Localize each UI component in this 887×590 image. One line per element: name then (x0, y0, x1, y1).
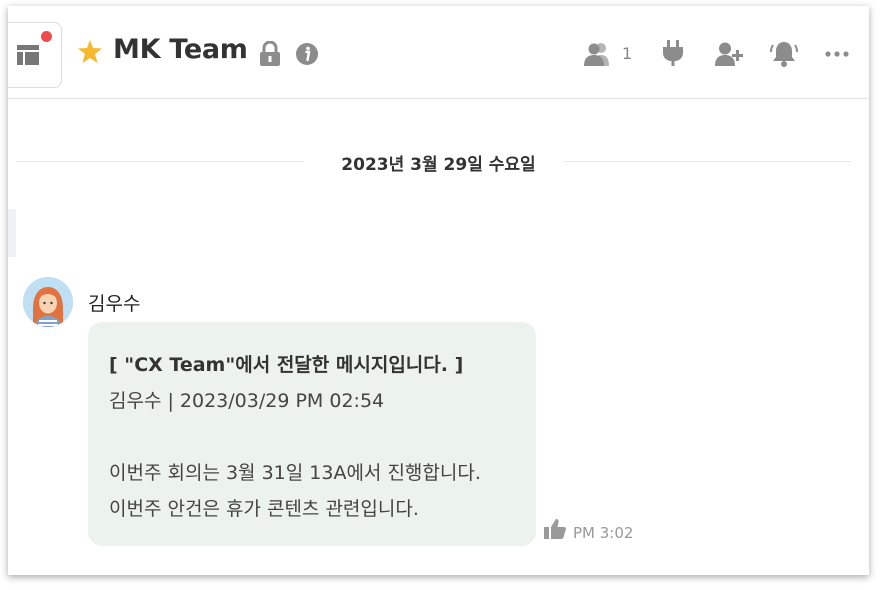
add-member-icon[interactable] (715, 42, 743, 66)
forwarded-title: [ "CX Team"에서 전달한 메시지입니다. ] (109, 354, 464, 376)
forwarded-meta: 김우수 | 2023/03/29 PM 02:54 (109, 390, 385, 412)
bell-icon[interactable] (770, 40, 798, 67)
date-divider-line-right (563, 161, 851, 162)
message-time: PM 3:02 (573, 524, 634, 542)
chat-header: MK Team 1 (8, 6, 869, 99)
panel-toggle-button[interactable] (8, 22, 62, 88)
message-bubble[interactable]: [ "CX Team"에서 전달한 메시지입니다. ] 김우수 | 2023/0… (88, 322, 536, 546)
thumbs-up-icon[interactable] (544, 519, 566, 539)
sender-name: 김우수 (88, 293, 141, 315)
star-icon[interactable] (78, 40, 102, 63)
channel-title: MK Team (113, 34, 248, 65)
notification-dot (41, 31, 52, 42)
date-divider: 2023년 3월 29일 수요일 (341, 155, 536, 175)
plug-icon[interactable] (662, 40, 684, 66)
unread-marker (8, 209, 16, 257)
chat-window: MK Team 1 2023년 3월 29일 수요일 김우수 ["CX Tea… (8, 6, 869, 575)
info-icon[interactable] (295, 42, 319, 66)
message-line: 이번주 회의는 3월 31일 13A에서 진행합니다. (109, 462, 481, 484)
member-count: 1 (622, 44, 633, 63)
lock-icon (260, 41, 280, 66)
panel-layout-icon (17, 45, 39, 65)
message-line: 이번주 안건은 휴가 콘텐츠 관련입니다. (109, 498, 419, 520)
members-icon[interactable] (584, 42, 612, 66)
more-icon[interactable] (825, 51, 849, 57)
avatar[interactable] (23, 277, 73, 327)
